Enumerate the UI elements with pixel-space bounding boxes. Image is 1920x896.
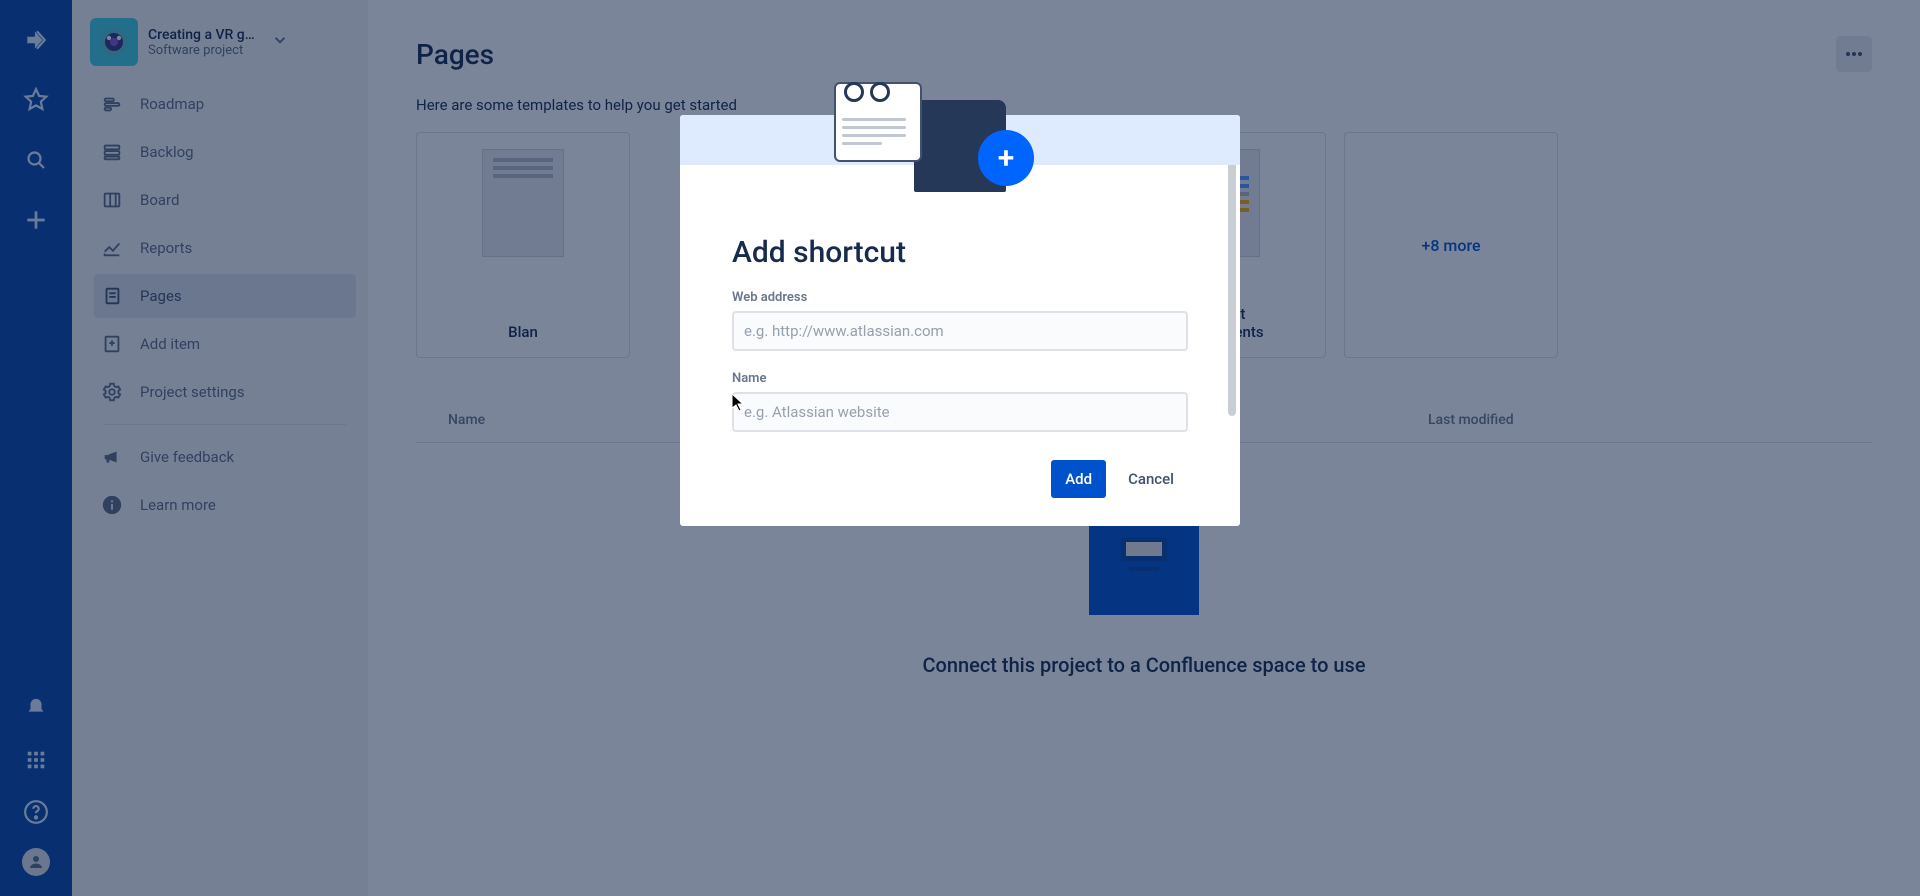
cancel-button[interactable]: Cancel [1114, 460, 1188, 498]
web-address-input[interactable] [732, 311, 1188, 351]
modal-overlay: + Add shortcut Web address Name Add Canc… [0, 0, 1920, 896]
modal-title: Add shortcut [732, 235, 1188, 270]
modal-hero-illustration: + [870, 91, 1050, 201]
name-label: Name [732, 371, 1188, 386]
name-input[interactable] [732, 392, 1188, 432]
web-address-label: Web address [732, 290, 1188, 305]
plus-icon: + [978, 130, 1034, 186]
modal-hero: + [680, 115, 1240, 165]
add-shortcut-modal: + Add shortcut Web address Name Add Canc… [680, 115, 1240, 526]
modal-scrollbar[interactable] [1228, 139, 1236, 416]
add-button[interactable]: Add [1051, 460, 1106, 498]
